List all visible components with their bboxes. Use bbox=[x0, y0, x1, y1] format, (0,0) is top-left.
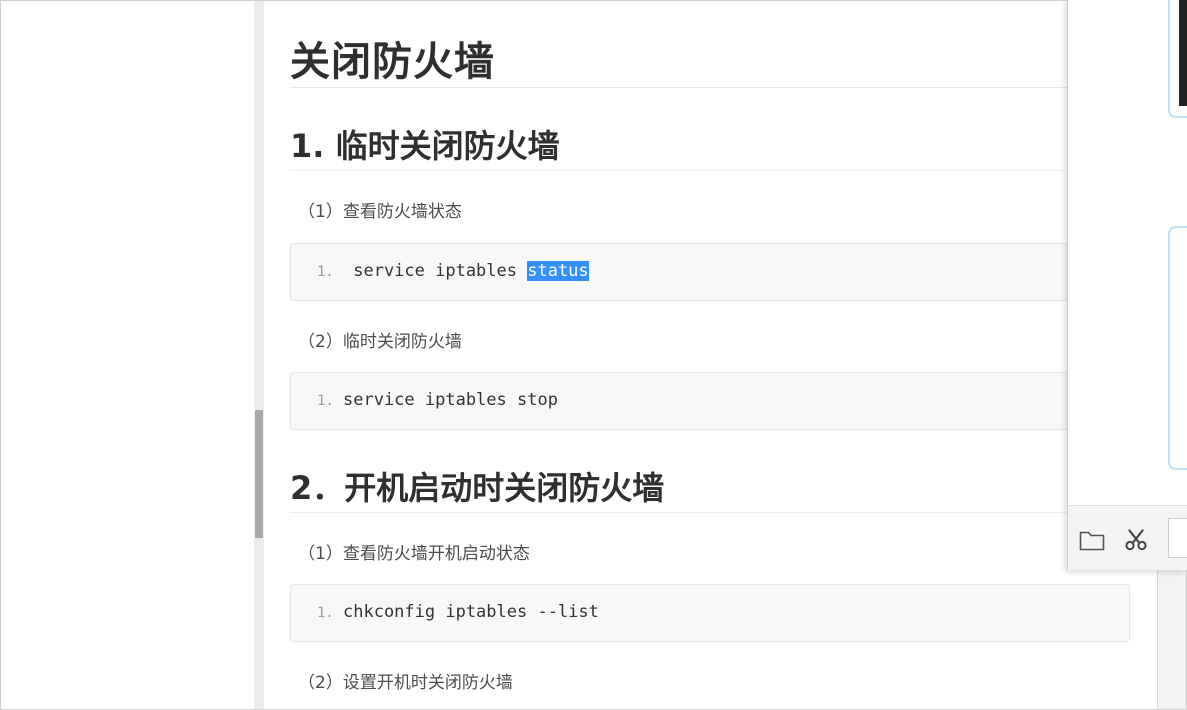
code-block-chkconfig[interactable]: 1. chkconfig iptables --list bbox=[290, 584, 1130, 642]
step-check-boot-status: （1）查看防火墙开机启动状态 bbox=[298, 544, 530, 564]
right-edge-strip bbox=[1157, 570, 1186, 709]
line-number: 1. bbox=[317, 393, 334, 409]
scrollbar-track[interactable] bbox=[254, 1, 264, 709]
code-text: service iptables bbox=[343, 261, 528, 281]
folder-icon[interactable] bbox=[1078, 526, 1106, 554]
code-line[interactable]: service iptables stop bbox=[343, 390, 558, 410]
section-heading-boot: 2．开机启动时关闭防火墙 bbox=[290, 469, 665, 507]
code-line[interactable]: chkconfig iptables --list bbox=[343, 602, 599, 622]
code-block-stop[interactable]: 1. service iptables stop bbox=[290, 372, 1130, 430]
preview-card-middle[interactable] bbox=[1168, 226, 1187, 470]
scrollbar-thumb[interactable] bbox=[255, 410, 263, 538]
page-title: 关闭防火墙 bbox=[290, 39, 495, 85]
line-number: 1. bbox=[317, 264, 334, 280]
panel-input[interactable] bbox=[1168, 518, 1187, 558]
section-divider bbox=[290, 170, 1157, 171]
section-heading-temporary: 1. 临时关闭防火墙 bbox=[290, 127, 560, 165]
section-divider bbox=[290, 512, 1157, 513]
step-check-status: （1）查看防火墙状态 bbox=[298, 202, 462, 222]
article-content: 关闭防火墙 1. 临时关闭防火墙 （1）查看防火墙状态 1. service i… bbox=[264, 1, 1157, 709]
selected-text[interactable]: status bbox=[527, 261, 589, 281]
code-line[interactable]: service iptables status bbox=[343, 261, 589, 281]
line-number: 1. bbox=[317, 605, 334, 621]
side-popup-panel bbox=[1067, 0, 1187, 570]
left-blank-area bbox=[1, 1, 254, 709]
step-disable-on-boot: （2）设置开机时关闭防火墙 bbox=[298, 673, 513, 693]
title-divider bbox=[290, 87, 1157, 88]
step-temporary-stop: （2）临时关闭防火墙 bbox=[298, 332, 462, 352]
scissors-icon[interactable] bbox=[1122, 526, 1150, 554]
code-block-status[interactable]: 1. service iptables status bbox=[290, 243, 1130, 301]
preview-card-content bbox=[1179, 0, 1187, 106]
panel-toolbar bbox=[1068, 505, 1187, 570]
